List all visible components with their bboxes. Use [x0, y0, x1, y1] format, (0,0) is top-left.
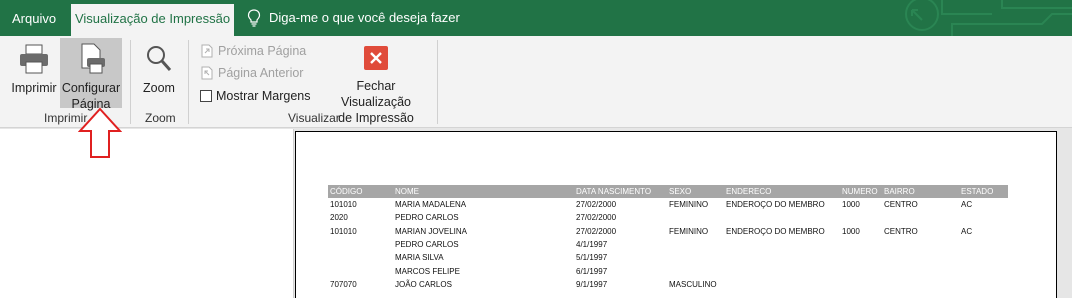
next-page-icon: [201, 44, 213, 58]
pagina-anterior-label: Página Anterior: [218, 66, 304, 80]
close-icon: [364, 46, 388, 70]
header-codigo: CÓDIGO: [330, 187, 363, 196]
cell-codigo: 2020: [330, 213, 348, 223]
table-row: 2020 PEDRO CARLOS 27/02/2000: [328, 211, 1008, 224]
cell-data-nascimento: 9/1/1997: [576, 279, 608, 289]
cell-codigo: 707070: [330, 279, 357, 289]
cell-nome: PEDRO CARLOS: [395, 240, 459, 250]
fechar-label-1: Fechar Visualização: [341, 79, 411, 109]
cell-nome: MARCOS FELIPE: [395, 266, 460, 276]
cell-estado: AC: [961, 200, 973, 210]
cell-data-nascimento: 5/1/1997: [576, 253, 608, 263]
lightbulb-icon: [247, 9, 261, 27]
page-setup-icon: [81, 43, 105, 74]
tell-me-label: Diga-me o que você deseja fazer: [269, 10, 460, 25]
table-header: CÓDIGO NOME DATA NASCIMENTO SEXO ENDEREC…: [328, 185, 1008, 198]
cell-nome: JOÃO CARLOS: [395, 279, 452, 289]
cell-data-nascimento: 27/02/2000: [576, 213, 617, 223]
tell-me-search[interactable]: Diga-me o que você deseja fazer: [247, 0, 460, 36]
cell-sexo: MASCULINO: [669, 279, 717, 289]
cell-nome: PEDRO CARLOS: [395, 213, 459, 223]
zoom-label: Zoom: [143, 81, 175, 95]
table-row: PEDRO CARLOS 4/1/1997: [328, 238, 1008, 251]
cell-codigo: 101010: [330, 200, 357, 210]
ribbon: Imprimir Configurar Página Zoom Próxima …: [0, 36, 1072, 128]
cell-sexo: FEMININO: [669, 200, 709, 210]
table-row: 101010 MARIAN JOVELINA 27/02/2000 FEMININO E…: [328, 225, 1008, 238]
group-separator: [130, 40, 131, 124]
cell-sexo: FEMININO: [669, 226, 709, 236]
printer-icon: [20, 44, 48, 74]
group-separator: [188, 40, 189, 124]
table-row: 101010 MARIA MADALENA 27/02/2000 FEMININO EN…: [328, 198, 1008, 211]
cell-data-nascimento: 27/02/2000: [576, 226, 617, 236]
table-row: 707070 JOÃO CARLOS 9/1/1997 MASCULINO: [328, 278, 1008, 291]
preview-left-pane: [0, 129, 294, 298]
ribbon-tab-bar: Arquivo Visualização de Impressão Diga-m…: [0, 0, 1072, 36]
group-separator: [437, 40, 438, 124]
mostrar-margens-label: Mostrar Margens: [216, 89, 311, 103]
table-row: MARCOS FELIPE 6/1/1997: [328, 264, 1008, 277]
cell-numero: 1000: [842, 226, 860, 236]
cell-data-nascimento: 27/02/2000: [576, 200, 617, 210]
mostrar-margens-checkbox[interactable]: Mostrar Margens: [200, 87, 310, 105]
cell-codigo: 101010: [330, 226, 357, 236]
configurar-label-1: Configurar: [61, 81, 121, 95]
cell-bairro: CENTRO: [884, 226, 918, 236]
circuit-decoration-icon: [905, 0, 1072, 36]
pagina-anterior-button[interactable]: Página Anterior: [200, 64, 303, 82]
header-data-nascimento: DATA NASCIMENTO: [576, 187, 652, 196]
header-nome: NOME: [395, 187, 419, 196]
header-endereco: ENDERECO: [726, 187, 772, 196]
cell-nome: MARIAN JOVELINA: [395, 226, 468, 236]
tab-visualizacao-impressao[interactable]: Visualização de Impressão: [71, 4, 234, 36]
cell-estado: AC: [961, 226, 973, 236]
cell-nome: MARIA SILVA: [395, 253, 444, 263]
header-numero: NUMERO: [842, 187, 878, 196]
cell-data-nascimento: 6/1/1997: [576, 266, 608, 276]
header-sexo: SEXO: [669, 187, 692, 196]
imprimir-button[interactable]: Imprimir: [8, 38, 60, 96]
proxima-pagina-button[interactable]: Próxima Página: [200, 42, 306, 60]
previous-page-icon: [201, 66, 213, 80]
table-row: MARIA SILVA 5/1/1997: [328, 251, 1008, 264]
header-bairro: BAIRRO: [884, 187, 915, 196]
proxima-pagina-label: Próxima Página: [218, 44, 307, 58]
configurar-pagina-button[interactable]: Configurar Página: [60, 38, 122, 111]
cell-data-nascimento: 4/1/1997: [576, 240, 608, 250]
group-label-zoom: Zoom: [145, 111, 176, 125]
checkbox-box[interactable]: [200, 90, 212, 102]
cell-nome: MARIA MADALENA: [395, 200, 467, 210]
red-arrow-annotation-icon: [78, 107, 122, 158]
imprimir-label: Imprimir: [11, 81, 57, 95]
cell-numero: 1000: [842, 200, 860, 210]
header-estado: ESTADO: [961, 187, 994, 196]
group-label-visualizar: Visualizar: [288, 111, 340, 125]
cell-endereco: ENDEROÇO DO MEMBRO: [726, 226, 825, 236]
cell-bairro: CENTRO: [884, 200, 918, 210]
tab-arquivo[interactable]: Arquivo: [12, 0, 56, 36]
zoom-button[interactable]: Zoom: [138, 38, 180, 96]
sheet-table: CÓDIGO NOME DATA NASCIMENTO SEXO ENDEREC…: [328, 185, 1008, 291]
cell-endereco: ENDEROÇO DO MEMBRO: [726, 200, 825, 210]
magnifier-icon: [147, 46, 172, 71]
